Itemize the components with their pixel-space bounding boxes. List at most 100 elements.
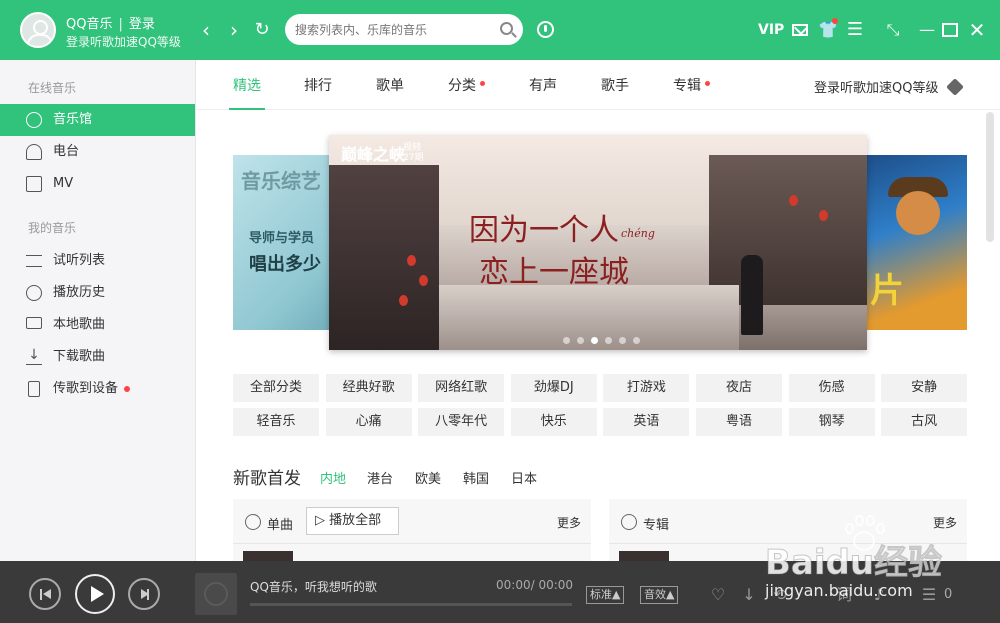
sidebar-item-mv[interactable]: MV (0, 168, 195, 200)
app-title-line: QQ音乐 | 登录 (66, 13, 155, 32)
region-tab-hktw[interactable]: 港台 (367, 468, 393, 487)
play-all-button[interactable]: ▷ 播放全部 (306, 507, 399, 535)
skin-icon[interactable]: 👕 (818, 18, 838, 42)
time-total: 00:00 (538, 578, 574, 592)
category-chip[interactable]: 经典好歌 (325, 374, 412, 402)
singles-more-link[interactable]: 更多 (557, 514, 581, 531)
sidebar-item-music-hall[interactable]: 音乐馆 (0, 104, 195, 136)
content-scrollbar[interactable] (986, 112, 994, 242)
sidebar-item-trial-list[interactable]: 试听列表 (0, 245, 195, 277)
main-menu-icon[interactable]: ☰ (846, 18, 864, 42)
category-chip[interactable]: 钢琴 (788, 408, 875, 436)
vip-button[interactable]: VIP (758, 18, 784, 42)
maximize-icon[interactable] (942, 23, 958, 37)
refresh-button[interactable]: ↻ (251, 18, 273, 42)
tab-featured[interactable]: 精选 (229, 75, 265, 110)
login-subtitle[interactable]: 登录听歌加速QQ等级 (66, 33, 181, 50)
search-icon[interactable] (500, 22, 513, 35)
previous-track-button[interactable] (29, 578, 61, 610)
user-avatar[interactable] (20, 12, 56, 48)
category-chip[interactable]: 网络红歌 (418, 374, 505, 402)
banner-dot[interactable] (633, 337, 640, 344)
category-chip[interactable]: 英语 (603, 408, 690, 436)
login-link[interactable]: 登录 (129, 17, 155, 32)
banner-dot[interactable] (619, 337, 626, 344)
notification-dot (832, 18, 838, 24)
sidebar-item-local-songs[interactable]: 本地歌曲 (0, 309, 195, 341)
sidebar-item-transfer-device[interactable]: 传歌到设备 (0, 373, 195, 405)
mv-icon (26, 176, 42, 192)
region-tab-japan[interactable]: 日本 (511, 468, 537, 487)
banner-dot[interactable] (591, 337, 598, 344)
volume-icon[interactable]: ♪ (870, 586, 888, 604)
banner-house-left (329, 165, 439, 350)
tab-audio[interactable]: 有声 (529, 75, 557, 99)
tab-albums[interactable]: 专辑 (673, 75, 710, 99)
login-speedup-link[interactable]: 登录听歌加速QQ等级 (814, 77, 938, 96)
now-playing-cover[interactable] (195, 573, 237, 615)
download-icon[interactable]: ↓ (740, 586, 758, 604)
play-button[interactable] (75, 574, 115, 614)
banner-dot[interactable] (563, 337, 570, 344)
category-chip[interactable]: 伤感 (788, 374, 875, 402)
sound-effect-selector[interactable]: 音效▲ (640, 586, 679, 604)
sidebar-item-history[interactable]: 播放历史 (0, 277, 195, 309)
category-chip[interactable]: 心痛 (325, 408, 412, 436)
like-icon[interactable]: ♡ (709, 586, 727, 604)
region-tab-western[interactable]: 欧美 (415, 468, 441, 487)
close-icon[interactable]: ✕ (968, 18, 986, 42)
sidebar-item-label: 电台 (53, 144, 80, 159)
tab-categories[interactable]: 分类 (448, 75, 485, 99)
disc-icon (245, 514, 261, 530)
notification-dot (480, 81, 485, 86)
banner-dot[interactable] (577, 337, 584, 344)
sidebar: 在线音乐 音乐馆 电台 MV 我的音乐 试听列表 播放历史 本地歌曲 ↓ 下载歌… (0, 60, 196, 561)
category-chip[interactable]: 轻音乐 (233, 408, 319, 436)
category-chip[interactable]: 全部分类 (233, 374, 319, 402)
computer-icon (26, 317, 42, 329)
category-chip[interactable]: 粤语 (696, 408, 782, 436)
playlist-count: 0 (944, 587, 953, 602)
next-track-button[interactable] (128, 578, 160, 610)
tab-singers[interactable]: 歌手 (601, 75, 629, 99)
search-input[interactable] (295, 20, 495, 39)
playlist-queue-icon[interactable]: ☰ (920, 586, 938, 604)
category-chip[interactable]: 夜店 (696, 374, 782, 402)
category-chip[interactable]: 劲爆DJ (510, 374, 597, 402)
banner-next-slide[interactable]: 片 (866, 155, 967, 330)
banner-prev-slide[interactable]: 音乐综艺 导师与学员 唱出多少 (233, 155, 343, 330)
download-icon: ↓ (26, 348, 42, 365)
album-cover-thumbnail[interactable] (619, 551, 669, 561)
back-button[interactable]: ‹ (195, 18, 217, 42)
category-chip[interactable]: 八零年代 (418, 408, 505, 436)
albums-panel: 专辑 更多 (609, 499, 967, 561)
region-tab-korea[interactable]: 韩国 (463, 468, 489, 487)
mini-mode-icon[interactable]: ⤡ (884, 18, 902, 42)
song-cover-thumbnail[interactable] (243, 551, 293, 561)
sidebar-item-label: 传歌到设备 (53, 381, 119, 396)
rocket-icon[interactable] (946, 78, 964, 96)
tab-charts[interactable]: 排行 (304, 75, 332, 99)
lyrics-icon[interactable]: 词 (835, 586, 853, 604)
category-chip[interactable]: 安静 (881, 374, 968, 402)
notification-dot (705, 81, 710, 86)
albums-more-link[interactable]: 更多 (933, 514, 957, 531)
category-chip[interactable]: 快乐 (510, 408, 597, 436)
time-current: 00:00 (496, 578, 531, 592)
sidebar-item-downloads[interactable]: ↓ 下载歌曲 (0, 341, 195, 373)
minimize-icon[interactable]: — (918, 18, 936, 42)
banner-logo-sub-line: 视频 (403, 143, 422, 153)
category-chip[interactable]: 打游戏 (603, 374, 690, 402)
tab-playlists[interactable]: 歌单 (376, 75, 404, 99)
banner-main-slide[interactable]: 巅峰之峡 视频 27期 因为一个人 chéng 恋上一座城 (329, 135, 867, 350)
music-recognition-icon[interactable] (537, 21, 554, 38)
sidebar-item-radio[interactable]: 电台 (0, 136, 195, 168)
region-tab-mainland[interactable]: 内地 (320, 468, 346, 487)
category-chip[interactable]: 古风 (881, 408, 968, 436)
progress-bar[interactable] (250, 603, 572, 606)
forward-button[interactable]: › (223, 18, 245, 42)
loop-mode-icon[interactable]: ⟲ (771, 586, 789, 604)
mail-icon[interactable] (792, 24, 808, 36)
banner-dot[interactable] (605, 337, 612, 344)
quality-selector[interactable]: 标准▲ (586, 586, 625, 604)
